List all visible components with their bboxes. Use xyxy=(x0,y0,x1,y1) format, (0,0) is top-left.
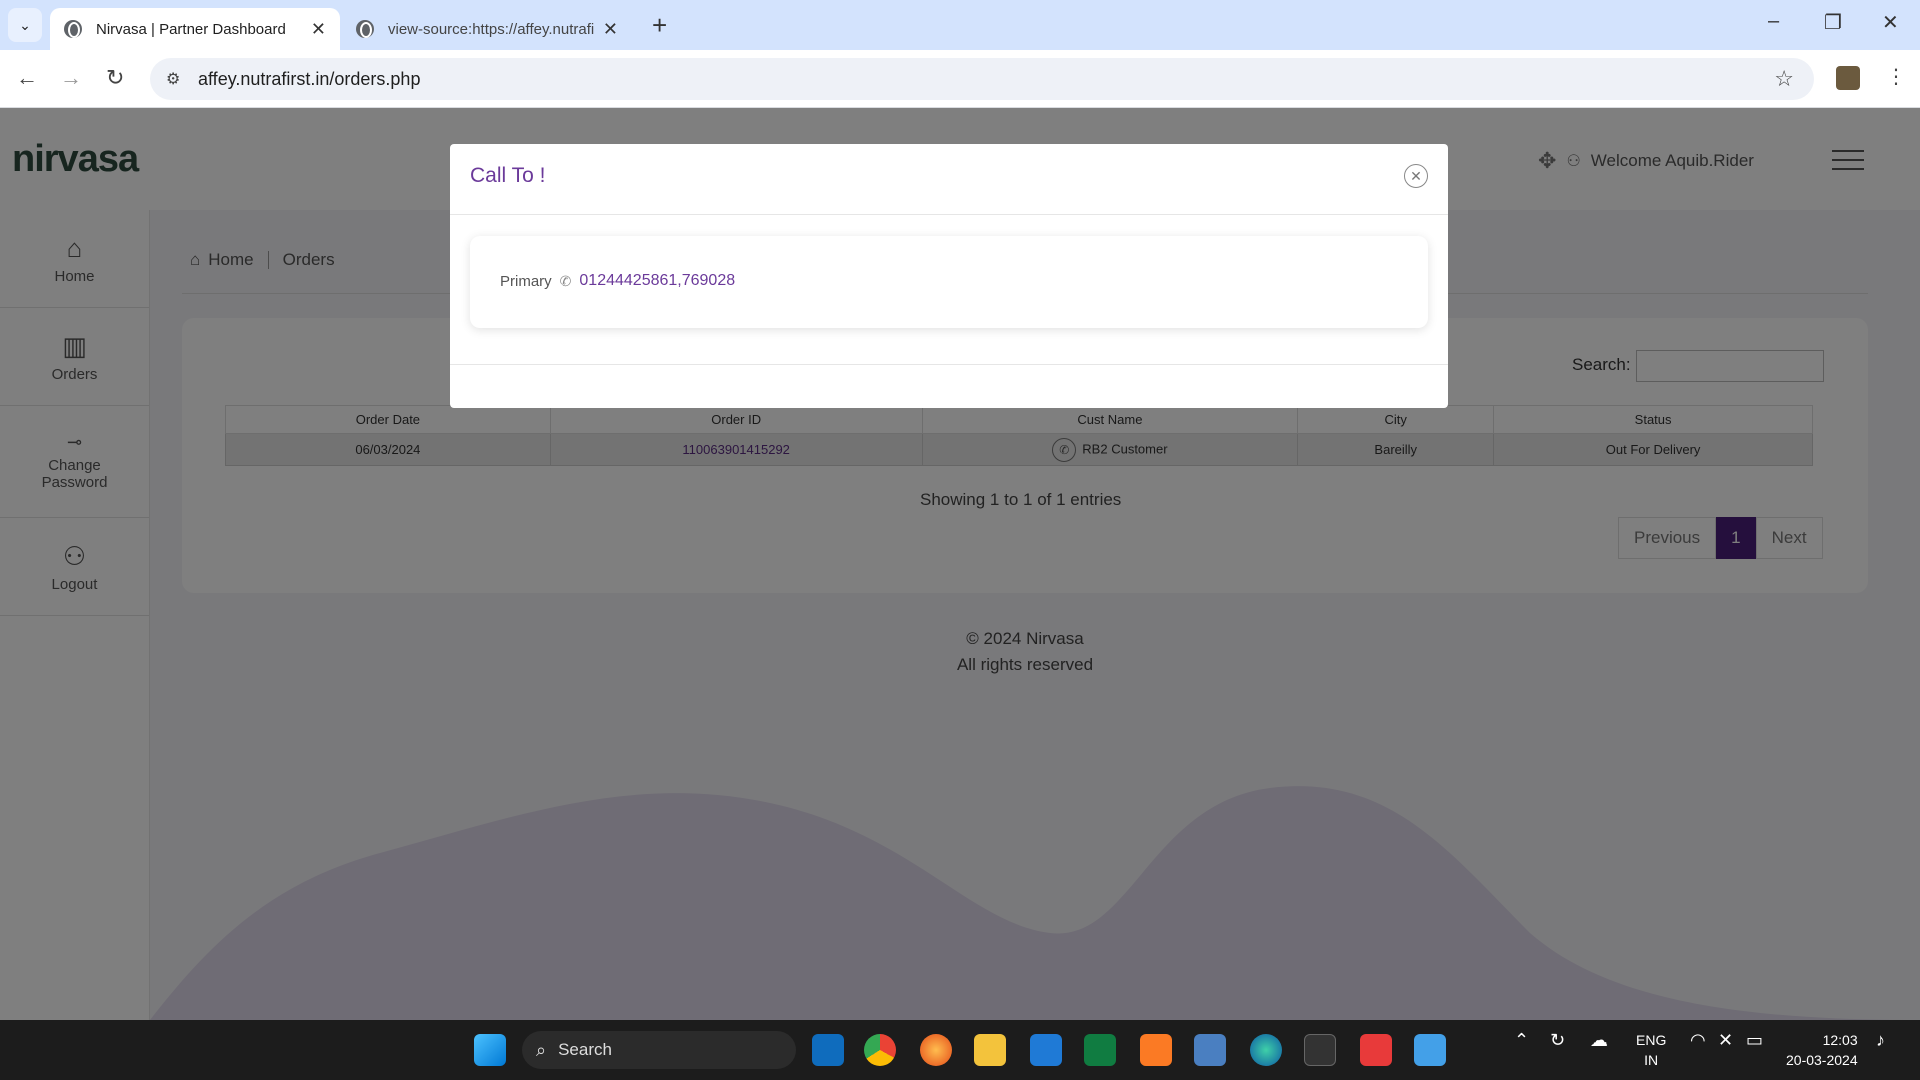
app-icon[interactable] xyxy=(1194,1034,1226,1066)
start-icon[interactable] xyxy=(474,1034,506,1066)
language-indicator[interactable]: ENG IN xyxy=(1636,1030,1666,1070)
divider xyxy=(450,364,1448,365)
lang-bottom: IN xyxy=(1644,1052,1659,1068)
excel-icon[interactable] xyxy=(1084,1034,1116,1066)
modal-title: Call To ! xyxy=(470,164,546,187)
phone-icon: ✆ xyxy=(559,272,572,289)
chevron-up-icon[interactable]: ⌃ xyxy=(1514,1030,1529,1051)
address-toolbar: ← → ↻ ⚙ affey.nutrafirst.in/orders.php ☆ xyxy=(0,50,1920,108)
tab-active[interactable]: Nirvasa | Partner Dashboard ✕ xyxy=(50,8,340,50)
contact-label: Primary xyxy=(500,272,552,290)
more-menu-icon[interactable]: ⋮ xyxy=(1886,64,1906,89)
xampp-icon[interactable] xyxy=(1140,1034,1172,1066)
taskbar-search[interactable]: ⌕ Search xyxy=(522,1031,796,1069)
call-modal: Call To ! ✕ Primary ✆ 01244425861,769028 xyxy=(450,144,1448,408)
close-window-button[interactable]: ✕ xyxy=(1882,10,1899,35)
windows-taskbar: ⌕ Search ⌃ ↻ ☁ ENG IN ◠ ✕ ▭ 12:03 20-03-… xyxy=(0,1020,1920,1080)
cloud-icon[interactable]: ☁ xyxy=(1590,1030,1608,1051)
bookmark-star-icon[interactable]: ☆ xyxy=(1774,66,1794,92)
chrome-icon[interactable] xyxy=(864,1034,896,1066)
tab-title: view-source:https://affey.nutrafirst.in xyxy=(388,20,595,38)
tab-search-dropdown-icon[interactable]: ⌄ xyxy=(8,8,42,42)
url-text[interactable]: affey.nutrafirst.in/orders.php xyxy=(198,69,420,90)
notepad-icon[interactable] xyxy=(1414,1034,1446,1066)
taskbar-search-label: Search xyxy=(558,1040,612,1059)
wifi-icon[interactable]: ◠ xyxy=(1690,1030,1706,1051)
firefox-icon[interactable] xyxy=(920,1034,952,1066)
outlook-icon[interactable] xyxy=(812,1034,844,1066)
new-tab-button[interactable]: + xyxy=(652,10,667,41)
address-bar[interactable]: ⚙ affey.nutrafirst.in/orders.php ☆ xyxy=(150,58,1814,100)
page-content: nirvasa ✥ ⚇ Welcome Aquib.Rider ⌂ Home ▥… xyxy=(0,108,1920,1020)
restore-button[interactable]: ❐ xyxy=(1824,10,1842,35)
globe-icon xyxy=(356,20,374,38)
edge-icon[interactable] xyxy=(1250,1034,1282,1066)
phone-number-link[interactable]: 01244425861,769028 xyxy=(579,272,735,290)
date: 20-03-2024 xyxy=(1786,1052,1858,1068)
anydesk-icon[interactable] xyxy=(1360,1034,1392,1066)
browser-tab-bar: ⌄ Nirvasa | Partner Dashboard ✕ view-sou… xyxy=(0,0,1920,50)
search-icon: ⌕ xyxy=(536,1039,547,1060)
clock[interactable]: 12:03 20-03-2024 xyxy=(1786,1030,1858,1070)
vscode-icon[interactable] xyxy=(1030,1034,1062,1066)
close-tab-icon[interactable]: ✕ xyxy=(603,19,618,40)
forward-arrow-icon[interactable]: → xyxy=(60,65,82,91)
site-settings-icon[interactable]: ⚙ xyxy=(166,69,192,89)
globe-icon xyxy=(64,20,82,38)
reload-icon[interactable]: ↻ xyxy=(106,65,124,91)
tab-view-source[interactable]: view-source:https://affey.nutrafirst.in … xyxy=(342,8,632,50)
divider xyxy=(450,214,1448,215)
minimize-button[interactable]: – xyxy=(1768,10,1779,33)
battery-icon[interactable]: ▭ xyxy=(1746,1030,1763,1051)
tab-title: Nirvasa | Partner Dashboard xyxy=(96,20,286,38)
contact-card: Primary ✆ 01244425861,769028 xyxy=(470,236,1428,328)
lang-top: ENG xyxy=(1636,1032,1667,1048)
notification-bell-icon[interactable]: ♪ xyxy=(1876,1030,1885,1051)
back-arrow-icon[interactable]: ← xyxy=(16,65,38,91)
contact-row: Primary ✆ 01244425861,769028 xyxy=(500,272,735,290)
close-tab-icon[interactable]: ✕ xyxy=(311,19,326,40)
sync-icon[interactable]: ↻ xyxy=(1550,1030,1565,1051)
time: 12:03 xyxy=(1822,1032,1858,1048)
mute-icon[interactable]: ✕ xyxy=(1718,1030,1733,1051)
file-explorer-icon[interactable] xyxy=(974,1034,1006,1066)
close-icon[interactable]: ✕ xyxy=(1404,164,1428,188)
profile-avatar[interactable] xyxy=(1836,66,1860,90)
terminal-icon[interactable] xyxy=(1304,1034,1336,1066)
